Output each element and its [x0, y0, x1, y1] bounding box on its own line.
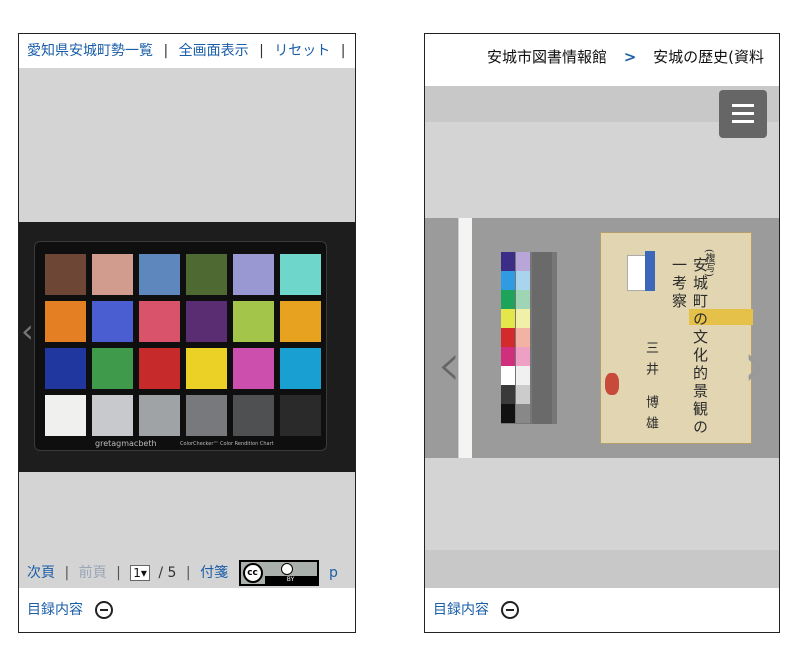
breadcrumb-home[interactable]: 安城市図書情報館	[487, 48, 607, 66]
next-page-arrow-icon[interactable]: ›	[743, 330, 767, 400]
pager-bar: 次頁 | 前頁 | 1▾ / 5 | 付箋 cc BY p	[19, 556, 355, 590]
more-pager-link[interactable]: p	[329, 565, 338, 581]
color-swatch	[501, 366, 515, 385]
chevron-down-icon: ▾	[140, 566, 147, 580]
color-swatch	[139, 254, 180, 295]
color-swatch	[92, 254, 133, 295]
color-swatch	[501, 271, 515, 290]
color-swatch	[233, 301, 274, 342]
bottom-toolbar-strip	[425, 550, 779, 588]
color-swatch	[186, 395, 227, 436]
color-swatch	[139, 395, 180, 436]
reset-link[interactable]: リセット	[274, 43, 330, 59]
color-swatch	[501, 290, 515, 309]
document-main-text: 安城町の文化的景観の一考察	[670, 257, 709, 437]
prev-page-arrow-icon[interactable]: ‹	[437, 330, 461, 400]
menu-icon[interactable]	[719, 90, 767, 138]
left-footer: 目録内容	[19, 588, 355, 632]
separator: |	[116, 565, 121, 581]
color-swatch	[501, 309, 515, 328]
bookmark-link[interactable]: 付箋	[200, 565, 228, 581]
color-swatch	[516, 347, 530, 366]
color-swatch	[45, 348, 86, 389]
color-swatch	[186, 348, 227, 389]
color-swatch	[516, 290, 530, 309]
color-swatch	[45, 254, 86, 295]
right-footer: 目録内容	[425, 588, 779, 632]
separator: |	[163, 43, 169, 59]
person-icon	[280, 563, 293, 575]
cc-icon: cc	[242, 563, 263, 583]
color-swatch	[45, 395, 86, 436]
color-swatch	[501, 252, 515, 271]
collapse-minus-icon[interactable]	[95, 601, 114, 619]
color-swatch	[516, 328, 530, 347]
catalog-content-link[interactable]: 目録内容	[27, 602, 83, 618]
left-viewer-panel: 愛知県安城町勢一覧 | 全画面表示 | リセット | 絵 gretagmacbe…	[18, 33, 356, 633]
color-swatch	[516, 271, 530, 290]
breadcrumb-current[interactable]: 安城の歴史(資料	[653, 48, 764, 66]
color-swatch	[186, 301, 227, 342]
collapse-minus-icon[interactable]	[501, 601, 520, 619]
prev-page-link: 前頁	[78, 565, 107, 581]
color-swatch	[501, 347, 515, 366]
document-photo: (複写) 安城町の文化的景観の一考察 三井 博雄	[425, 218, 779, 458]
left-toolbar: 愛知県安城町勢一覧 | 全画面表示 | リセット | 絵	[19, 34, 355, 68]
document-page: (複写) 安城町の文化的景観の一考察 三井 博雄	[600, 232, 753, 444]
color-swatch	[501, 328, 515, 347]
separator: |	[64, 565, 70, 581]
color-swatch	[233, 254, 274, 295]
color-swatch	[233, 395, 274, 436]
color-swatch	[516, 385, 530, 404]
right-viewer-panel: 安城市図書情報館 > 安城の歴史(資料 (複写) 安城町の文化的景観の一考察 三…	[424, 33, 780, 633]
page-select[interactable]: 1▾	[130, 565, 150, 581]
color-swatch	[516, 404, 530, 423]
colorchecker-card: gretagmacbeth ColorChecker™ Color Rendit…	[34, 241, 327, 451]
colorchecker-brand: gretagmacbeth	[95, 439, 157, 448]
color-swatch	[516, 309, 530, 328]
separator: |	[185, 565, 191, 581]
prev-page-arrow-icon[interactable]: ‹	[21, 312, 34, 350]
chevron-right-icon: >	[623, 48, 637, 66]
color-swatch	[92, 301, 133, 342]
red-mark	[605, 373, 619, 395]
color-swatch	[516, 252, 530, 271]
page-total: / 5	[158, 565, 177, 581]
gray-scale-strip	[532, 252, 552, 424]
separator: |	[340, 43, 346, 59]
color-swatch	[139, 348, 180, 389]
color-swatch	[92, 395, 133, 436]
page-select-value: 1	[133, 566, 141, 580]
separator: |	[259, 43, 264, 59]
blue-tag	[645, 251, 655, 291]
colorchecker-photo: gretagmacbeth ColorChecker™ Color Rendit…	[19, 222, 355, 472]
color-swatch	[92, 348, 133, 389]
next-page-link[interactable]: 次頁	[27, 565, 55, 581]
fullscreen-link[interactable]: 全画面表示	[179, 43, 249, 59]
color-swatch	[516, 366, 530, 385]
image-viewer[interactable]: gretagmacbeth ColorChecker™ Color Rendit…	[19, 68, 355, 556]
color-swatch	[280, 254, 321, 295]
catalog-content-link[interactable]: 目録内容	[433, 602, 489, 618]
document-author-text: 三井 博雄	[643, 341, 658, 438]
color-swatch	[501, 404, 515, 423]
colorchecker-title: ColorChecker™ Color Rendition Chart	[180, 441, 274, 447]
color-swatch	[280, 348, 321, 389]
color-swatch	[139, 301, 180, 342]
color-swatch	[280, 395, 321, 436]
breadcrumb: 安城市図書情報館 > 安城の歴史(資料	[425, 34, 779, 86]
color-swatch	[233, 348, 274, 389]
color-swatch	[280, 301, 321, 342]
color-swatch	[45, 301, 86, 342]
color-swatch	[186, 254, 227, 295]
title-link[interactable]: 愛知県安城町勢一覧	[27, 43, 153, 59]
by-label: BY	[264, 576, 317, 584]
color-swatch	[501, 385, 515, 404]
cc-by-license-badge[interactable]: cc BY	[238, 560, 319, 586]
